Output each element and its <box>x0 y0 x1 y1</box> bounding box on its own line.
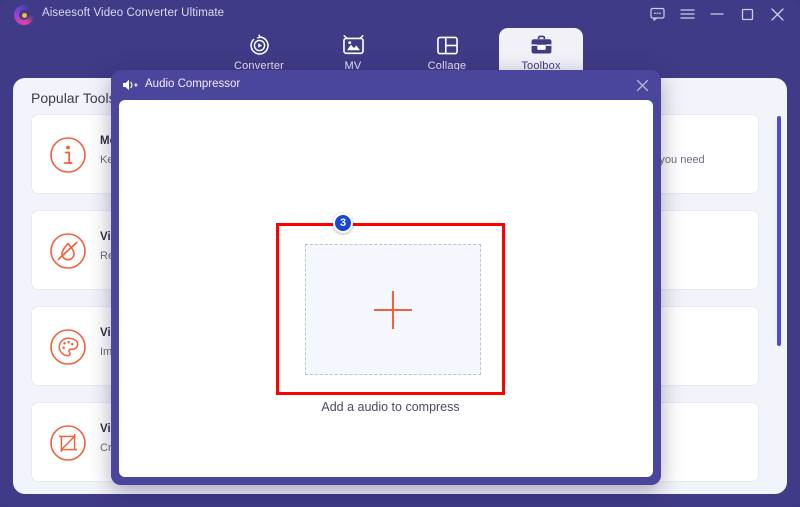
section-title: Popular Tools <box>31 90 116 106</box>
converter-icon <box>248 33 271 57</box>
mv-icon <box>342 33 365 57</box>
dialog-title: Audio Compressor <box>145 78 241 90</box>
maximize-icon[interactable] <box>732 0 762 28</box>
app-title: Aiseesoft Video Converter Ultimate <box>42 7 225 19</box>
menu-icon[interactable] <box>672 0 702 28</box>
dialog-header: Audio Compressor <box>111 70 661 100</box>
content-scrollbar-thumb[interactable] <box>777 116 781 346</box>
window-controls <box>642 0 792 28</box>
toolbox-icon <box>530 33 553 57</box>
palette-icon <box>49 328 87 366</box>
dialog-body: 3 Add a audio to compress <box>119 100 653 477</box>
watermark-remover-icon <box>49 232 87 270</box>
dropzone-caption: Add a audio to compress <box>321 400 460 414</box>
audio-compressor-dialog: Audio Compressor 3 Add a audio to compre… <box>111 70 661 485</box>
crop-icon <box>49 424 87 462</box>
step-badge: 3 <box>333 213 353 233</box>
info-circle-icon <box>49 136 87 174</box>
aiseesoft-logo-icon <box>14 5 34 25</box>
add-audio-dropzone[interactable] <box>305 244 481 375</box>
content-scrollbar-track[interactable] <box>777 116 781 486</box>
feedback-icon[interactable] <box>642 0 672 28</box>
collage-icon <box>436 33 459 57</box>
app-window: Aiseesoft Video Converter Ultimate Conve… <box>0 0 800 507</box>
dialog-close-icon[interactable] <box>631 75 653 95</box>
minimize-icon[interactable] <box>702 0 732 28</box>
close-icon[interactable] <box>762 0 792 28</box>
title-bar: Aiseesoft Video Converter Ultimate <box>0 0 800 28</box>
speaker-plus-icon <box>122 78 138 92</box>
